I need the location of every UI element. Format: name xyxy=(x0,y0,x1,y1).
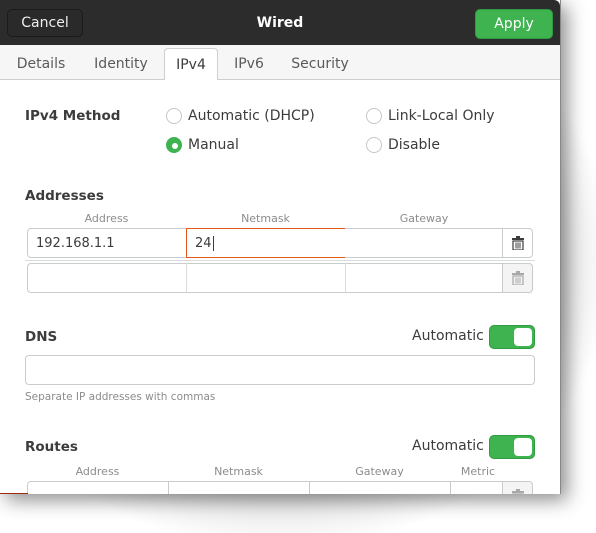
taskbar-accent xyxy=(0,493,28,494)
routes-col-netmask: Netmask xyxy=(214,465,263,478)
ipv4-method-label: IPv4 Method xyxy=(25,108,121,124)
addresses-col-netmask: Netmask xyxy=(241,212,290,225)
radio-checked-icon xyxy=(166,137,182,153)
delete-address-button[interactable] xyxy=(503,228,533,258)
dns-hint: Separate IP addresses with commas xyxy=(25,391,216,403)
route-row xyxy=(27,481,533,494)
dns-label: DNS xyxy=(25,329,58,345)
route-address-input[interactable] xyxy=(27,481,169,494)
delete-route-button[interactable] xyxy=(503,481,533,494)
trash-icon xyxy=(511,271,524,285)
radio-manual[interactable]: Manual xyxy=(166,137,239,153)
row-separator xyxy=(25,260,535,261)
addresses-label: Addresses xyxy=(25,188,104,204)
apply-button[interactable]: Apply xyxy=(475,9,553,39)
radio-label: Disable xyxy=(388,137,440,153)
routes-col-gateway: Gateway xyxy=(355,465,404,478)
netmask-input[interactable]: 24 xyxy=(186,228,346,258)
ipv4-settings-panel: IPv4 Method Automatic (DHCP) Link-Local … xyxy=(0,80,560,494)
tab-ipv4[interactable]: IPv4 xyxy=(164,48,218,81)
addresses-col-gateway: Gateway xyxy=(399,212,449,225)
route-gateway-input[interactable] xyxy=(309,481,451,494)
switch-knob xyxy=(514,438,532,456)
radio-unchecked-icon xyxy=(366,137,382,153)
routes-automatic-switch[interactable] xyxy=(489,435,535,459)
address-input[interactable]: 192.168.1.1 xyxy=(27,228,187,258)
gateway-input[interactable] xyxy=(345,228,503,258)
route-metric-input[interactable] xyxy=(450,481,503,494)
trash-icon xyxy=(511,489,524,494)
address-row: 192.168.1.1 24 xyxy=(27,228,533,258)
addresses-col-address: Address xyxy=(84,212,129,225)
routes-automatic-label: Automatic xyxy=(412,438,484,454)
cancel-button[interactable]: Cancel xyxy=(7,9,83,37)
header-bar: Cancel Wired Apply xyxy=(0,0,560,45)
tab-identity[interactable]: Identity xyxy=(82,48,160,80)
trash-icon xyxy=(511,236,524,250)
routes-label: Routes xyxy=(25,439,78,455)
text-cursor xyxy=(212,235,214,251)
address-row xyxy=(27,263,533,293)
dns-automatic-label: Automatic xyxy=(412,328,484,344)
route-netmask-input[interactable] xyxy=(168,481,310,494)
tab-security[interactable]: Security xyxy=(282,48,358,80)
address-input[interactable] xyxy=(27,263,187,293)
tab-details[interactable]: Details xyxy=(5,48,77,80)
wired-settings-dialog: Cancel Wired Apply Details Identity IPv4… xyxy=(0,0,561,494)
radio-label: Manual xyxy=(188,137,239,153)
radio-automatic-dhcp[interactable]: Automatic (DHCP) xyxy=(166,108,315,124)
radio-label: Link-Local Only xyxy=(388,108,495,124)
radio-unchecked-icon xyxy=(166,108,182,124)
dns-input[interactable] xyxy=(25,355,535,385)
radio-label: Automatic (DHCP) xyxy=(188,108,315,124)
netmask-value: 24 xyxy=(195,235,212,251)
dns-automatic-switch[interactable] xyxy=(489,325,535,349)
tab-ipv6[interactable]: IPv6 xyxy=(222,48,276,80)
radio-link-local-only[interactable]: Link-Local Only xyxy=(366,108,495,124)
switch-knob xyxy=(514,328,532,346)
delete-address-button[interactable] xyxy=(503,263,533,293)
routes-col-metric: Metric xyxy=(460,465,496,478)
netmask-input[interactable] xyxy=(186,263,346,293)
gateway-input[interactable] xyxy=(345,263,503,293)
routes-col-address: Address xyxy=(75,465,120,478)
radio-unchecked-icon xyxy=(366,108,382,124)
tab-bar: Details Identity IPv4 IPv6 Security xyxy=(0,45,560,81)
radio-disable[interactable]: Disable xyxy=(366,137,440,153)
